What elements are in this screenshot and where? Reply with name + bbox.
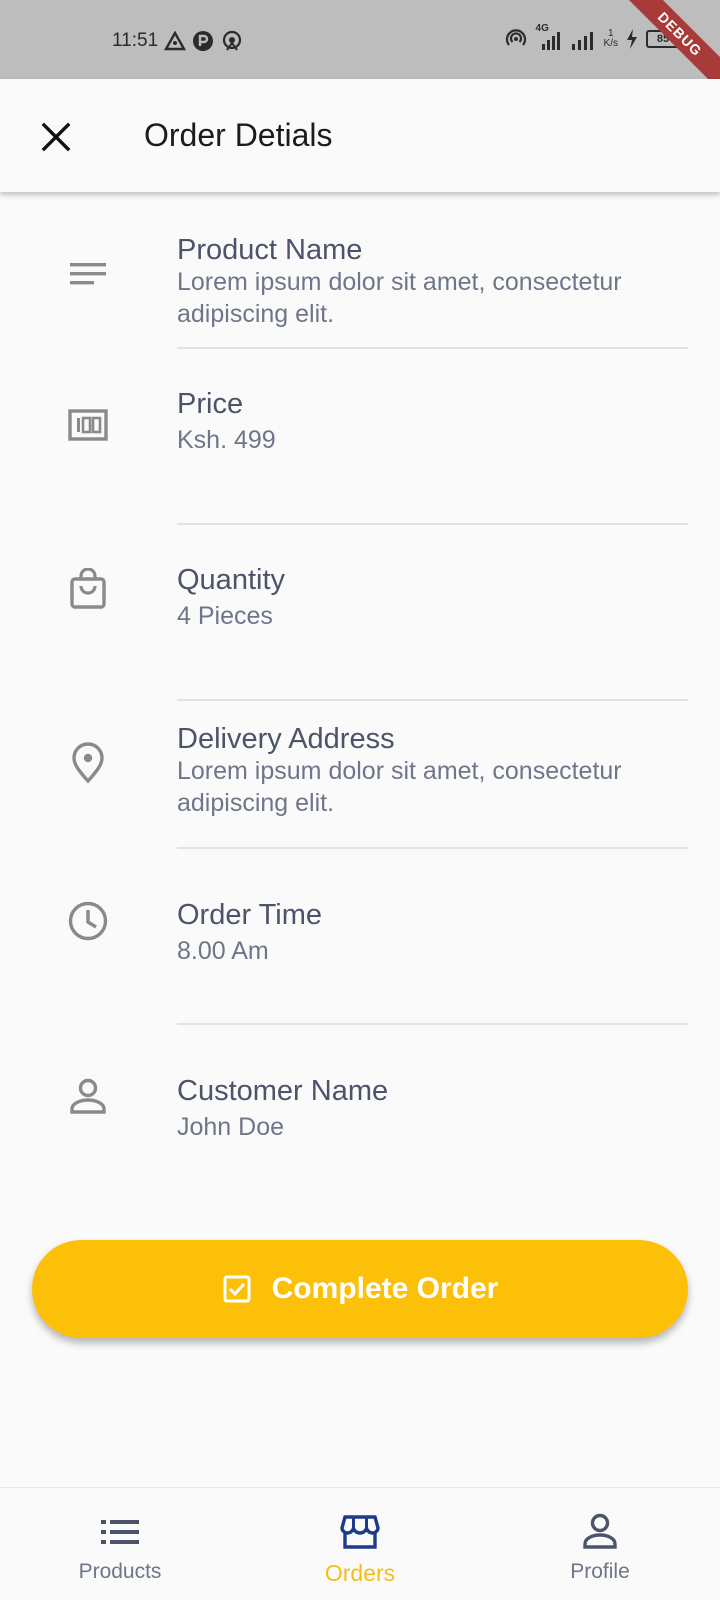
- complete-order-button[interactable]: Complete Order: [32, 1240, 688, 1338]
- person-icon: [64, 1073, 112, 1121]
- nav-item-products[interactable]: Products: [0, 1488, 240, 1600]
- location-sharing-icon: [223, 30, 242, 51]
- signal-4g: 4G: [536, 24, 562, 52]
- close-button[interactable]: [32, 113, 80, 161]
- detail-value: Ksh. 499: [177, 426, 276, 454]
- status-right: 4G 1 K/s 85: [504, 24, 680, 54]
- check-box-icon: [223, 1275, 251, 1303]
- network-speed: 1 K/s: [604, 29, 618, 49]
- close-icon: [41, 122, 71, 152]
- detail-row-product-name: Product Name Lorem ipsum dolor sit amet,…: [0, 192, 720, 349]
- detail-label: Customer Name: [177, 1075, 389, 1107]
- triangle-icon: [164, 31, 187, 51]
- status-time: 11:51: [112, 30, 159, 51]
- bottom-navigation: Products Orders Profile: [0, 1487, 720, 1600]
- parking-icon: [193, 31, 214, 51]
- detail-value: Lorem ipsum dolor sit amet, consectetur …: [177, 757, 622, 817]
- signal-icon: [541, 32, 560, 50]
- person-outline-icon: [580, 1512, 620, 1552]
- status-left: 11:51: [112, 28, 244, 54]
- nav-item-profile[interactable]: Profile: [480, 1488, 720, 1600]
- hotspot-icon: [505, 29, 526, 46]
- clock-icon: [64, 897, 112, 945]
- detail-label: Order Time: [177, 899, 323, 931]
- detail-label: Product Name: [177, 234, 363, 266]
- detail-value: 4 Pieces: [177, 602, 273, 630]
- detail-label: Price: [177, 388, 244, 420]
- detail-row-customer-name: Customer Name John Doe: [0, 1025, 720, 1201]
- page-title: Order Detials: [144, 117, 333, 153]
- list-icon: [100, 1512, 140, 1552]
- detail-row-quantity: Quantity 4 Pieces: [0, 525, 720, 701]
- location-pin-icon: [64, 739, 112, 787]
- detail-row-order-time: Order Time 8.00 Am: [0, 849, 720, 1025]
- detail-row-delivery-address: Delivery Address Lorem ipsum dolor sit a…: [0, 701, 720, 849]
- app-bar: Order Detials: [0, 79, 720, 192]
- storefront-icon: [340, 1512, 380, 1552]
- nav-label-profile: Profile: [570, 1560, 630, 1583]
- charging-icon: [627, 29, 637, 49]
- nav-item-orders[interactable]: Orders: [240, 1488, 480, 1600]
- order-details-list: Product Name Lorem ipsum dolor sit amet,…: [0, 192, 720, 1201]
- detail-label: Delivery Address: [177, 723, 395, 755]
- signal-icon-2: [571, 32, 593, 50]
- shopping-bag-icon: [64, 565, 112, 613]
- complete-order-label: Complete Order: [271, 1272, 499, 1305]
- detail-value: 8.00 Am: [177, 937, 269, 965]
- money-icon: [64, 401, 112, 449]
- short-text-icon: [64, 250, 112, 298]
- speed-unit: K/s: [603, 38, 618, 49]
- nav-label-orders: Orders: [324, 1560, 396, 1586]
- detail-label: Quantity: [177, 564, 285, 596]
- detail-row-price: Price Ksh. 499: [0, 349, 720, 525]
- detail-value: John Doe: [177, 1113, 285, 1141]
- detail-value: Lorem ipsum dolor sit amet, consectetur …: [177, 268, 622, 328]
- nav-label-products: Products: [78, 1560, 162, 1583]
- status-bar: 11:51 4G 1 K/s 85 DEBUG: [0, 0, 720, 100]
